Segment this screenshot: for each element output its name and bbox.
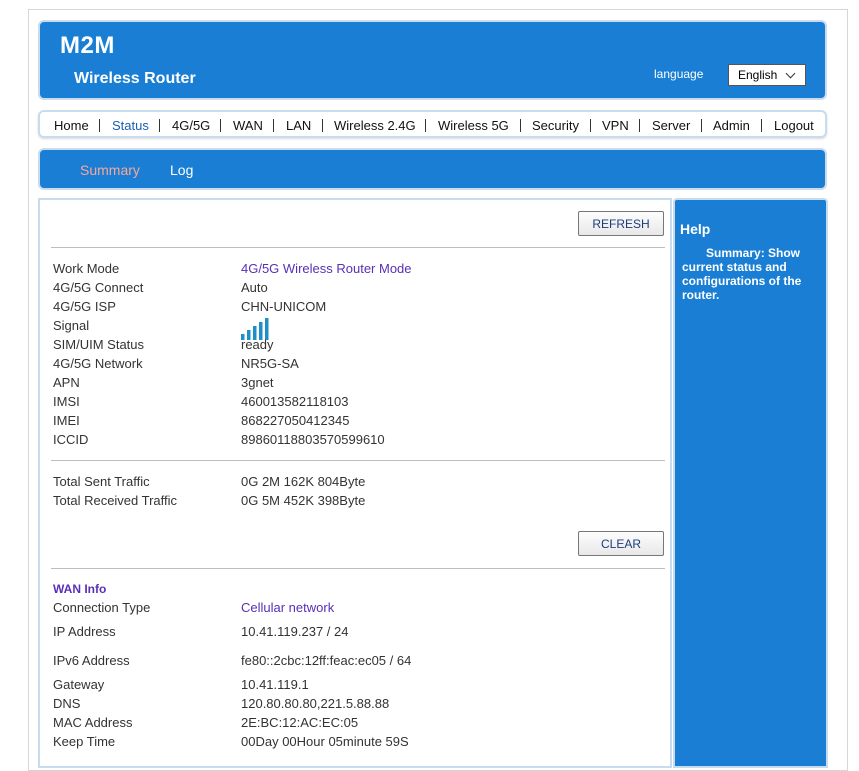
nav-admin[interactable]: Admin (713, 118, 750, 133)
row-label: Signal (53, 318, 90, 333)
divider (51, 247, 665, 248)
row-value: 10.41.119.237 / 24 (241, 624, 349, 639)
row-label: 4G/5G Network (53, 356, 143, 371)
row-label: ICCID (53, 432, 89, 447)
nav-home[interactable]: Home (54, 118, 89, 133)
nav-separator (425, 119, 426, 132)
help-text: Summary: Show current status and configu… (682, 246, 802, 302)
row-label: Total Sent Traffic (53, 474, 150, 489)
row-label: IMSI (53, 394, 80, 409)
nav-security[interactable]: Security (532, 118, 579, 133)
row-label: Work Mode (53, 261, 120, 276)
tab-log[interactable]: Log (170, 162, 193, 178)
row-value: 120.80.80.80,221.5.88.88 (241, 696, 390, 711)
nav-separator (761, 119, 762, 132)
section-title-wan: WAN Info (53, 582, 107, 596)
row-value: 2E:BC:12:AC:EC:05 (241, 715, 359, 730)
help-panel: Help Summary: Show current status and co… (673, 198, 828, 768)
main-nav: Home Status 4G/5G WAN LAN Wireless 2.4G … (38, 110, 827, 138)
row-value: 460013582118103 (241, 394, 349, 409)
nav-wan[interactable]: WAN (233, 118, 263, 133)
row-label: IP Address (53, 624, 116, 639)
nav-separator (322, 119, 323, 132)
help-title: Help (680, 221, 711, 237)
row-label: Gateway (53, 677, 105, 692)
row-label: IMEI (53, 413, 80, 428)
row-value: ready (241, 337, 274, 352)
refresh-button[interactable]: REFRESH (578, 211, 664, 236)
nav-separator (701, 119, 702, 132)
brand-subtitle: Wireless Router (74, 70, 196, 87)
nav-server[interactable]: Server (652, 118, 690, 133)
nav-4g5g[interactable]: 4G/5G (172, 118, 210, 133)
header-banner: M2M Wireless Router language English (38, 20, 827, 100)
nav-separator (159, 119, 160, 132)
row-value: 0G 5M 452K 398Byte (241, 493, 366, 508)
language-selected-value: English (738, 68, 778, 82)
tab-summary[interactable]: Summary (80, 162, 140, 178)
row-label: 4G/5G Connect (53, 280, 144, 295)
nav-separator (99, 119, 100, 132)
row-label: MAC Address (53, 715, 133, 730)
language-label: language (654, 67, 704, 81)
brand-logo: M2M (60, 32, 115, 59)
language-select[interactable]: English (728, 64, 806, 86)
nav-separator (273, 119, 274, 132)
row-value: 868227050412345 (241, 413, 350, 428)
nav-separator (220, 119, 221, 132)
nav-separator (520, 119, 521, 132)
row-value: CHN-UNICOM (241, 299, 327, 314)
divider (51, 460, 665, 461)
sub-nav: Summary Log (38, 148, 827, 190)
connection-type-value: Cellular network (241, 600, 335, 615)
row-value: 3gnet (241, 375, 274, 390)
row-label: DNS (53, 696, 81, 711)
nav-status[interactable]: Status (112, 118, 149, 133)
nav-vpn[interactable]: VPN (602, 118, 629, 133)
row-label: APN (53, 375, 80, 390)
row-value: NR5G-SA (241, 356, 299, 371)
row-value: fe80::2cbc:12ff:feac:ec05 / 64 (241, 653, 412, 668)
row-label: Total Received Traffic (53, 493, 178, 508)
row-label: IPv6 Address (53, 653, 130, 668)
row-label: 4G/5G ISP (53, 299, 116, 314)
nav-separator (639, 119, 640, 132)
nav-wireless-24g[interactable]: Wireless 2.4G (334, 118, 416, 133)
nav-logout[interactable]: Logout (774, 118, 814, 133)
nav-wireless-5g[interactable]: Wireless 5G (438, 118, 509, 133)
row-value: 0G 2M 162K 804Byte (241, 474, 366, 489)
row-value: 00Day 00Hour 05minute 59S (241, 734, 409, 749)
work-mode-value: 4G/5G Wireless Router Mode (241, 261, 412, 276)
nav-separator (590, 119, 591, 132)
row-label: Connection Type (53, 600, 151, 615)
chevron-down-icon (785, 68, 796, 79)
row-value: 89860118803570599610 (241, 432, 385, 447)
row-label: SIM/UIM Status (53, 337, 145, 352)
row-label: Keep Time (53, 734, 116, 749)
nav-lan[interactable]: LAN (286, 118, 311, 133)
clear-button[interactable]: CLEAR (578, 531, 664, 556)
row-value: 10.41.119.1 (241, 677, 309, 692)
row-value: Auto (241, 280, 268, 295)
divider (51, 568, 665, 569)
